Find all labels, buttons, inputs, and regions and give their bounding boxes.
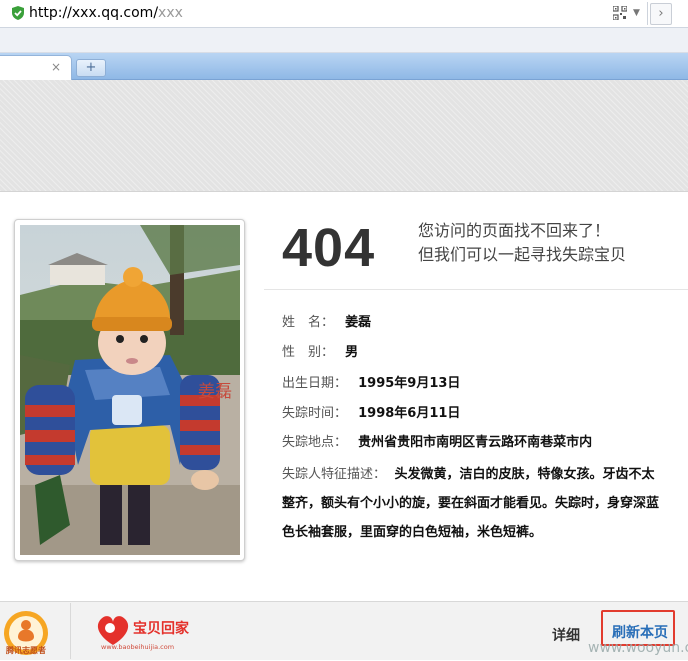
toolbar-strip	[0, 28, 688, 53]
missing-date-value: 1998年6月11日	[358, 406, 461, 421]
watermark: www.wooyun.org	[588, 640, 688, 656]
page-banner	[0, 80, 688, 192]
missing-place-label: 失踪地点：	[282, 435, 348, 450]
info-row-description: 失踪人特征描述： 头发微黄，洁白的皮肤，特像女孩。牙齿不太整齐，额头有个小小的旋…	[282, 460, 662, 547]
birthdate-label: 出生日期：	[282, 376, 348, 391]
name-value: 姜磊	[345, 315, 372, 330]
tencent-volunteer-logo[interactable]: 腾讯志愿者	[0, 607, 56, 657]
url-field[interactable]: http://xxx.qq.com/xxx	[29, 5, 183, 22]
qr-code-icon[interactable]	[613, 6, 627, 20]
gender-label: 性 别：	[282, 345, 335, 360]
secure-shield-icon	[12, 6, 24, 20]
refresh-label: 刷新本页	[612, 625, 668, 641]
logo2-text: 宝贝回家	[133, 620, 190, 637]
dropdown-arrow-icon[interactable]: ▼	[633, 8, 640, 18]
info-row-name: 姓 名： 姜磊	[282, 311, 371, 332]
new-tab-button[interactable]: +	[76, 59, 106, 77]
info-row-missing-place: 失踪地点： 贵州省贵阳市南明区青云路环南巷菜市内	[282, 431, 592, 452]
gender-value: 男	[345, 345, 359, 360]
address-bar: http://xxx.qq.com/xxx ▼ ›	[0, 0, 688, 28]
logo2-url: www.baobeihuijia.com	[101, 643, 174, 651]
name-label: 姓 名：	[282, 315, 335, 330]
address-separator	[647, 2, 648, 25]
active-tab[interactable]: ×	[0, 55, 72, 81]
forward-button[interactable]: ›	[650, 3, 672, 25]
info-row-gender: 性 别： 男	[282, 341, 358, 362]
error-message-line1: 您访问的页面找不回来了！	[418, 221, 611, 240]
logo1-text: 腾讯志愿者	[5, 645, 46, 655]
footer-divider	[70, 603, 71, 659]
birthdate-value: 1995年9月13日	[358, 376, 461, 391]
error-code: 404	[282, 218, 376, 278]
description-label: 失踪人特征描述：	[282, 467, 387, 482]
url-prefix: http://xxx.qq.com/	[29, 5, 159, 21]
header-divider	[264, 289, 688, 290]
info-row-birthdate: 出生日期： 1995年9月13日	[282, 372, 460, 393]
missing-place-value: 贵州省贵阳市南明区青云路环南巷菜市内	[358, 435, 593, 450]
missing-child-photo: 姜磊	[20, 225, 240, 555]
error-message-line2: 但我们可以一起寻找失踪宝贝	[418, 245, 627, 264]
url-suffix: xxx	[158, 5, 183, 21]
child-photo-image: 姜磊	[20, 225, 240, 555]
photo-caption: 姜磊	[198, 382, 232, 402]
missing-date-label: 失踪时间：	[282, 406, 348, 421]
info-row-missing-date: 失踪时间： 1998年6月11日	[282, 402, 460, 423]
baobeihuijia-logo[interactable]: 宝贝回家 www.baobeihuijia.com	[93, 611, 205, 651]
tab-close-icon[interactable]: ×	[51, 60, 61, 74]
detail-link[interactable]: 详细	[552, 625, 580, 645]
